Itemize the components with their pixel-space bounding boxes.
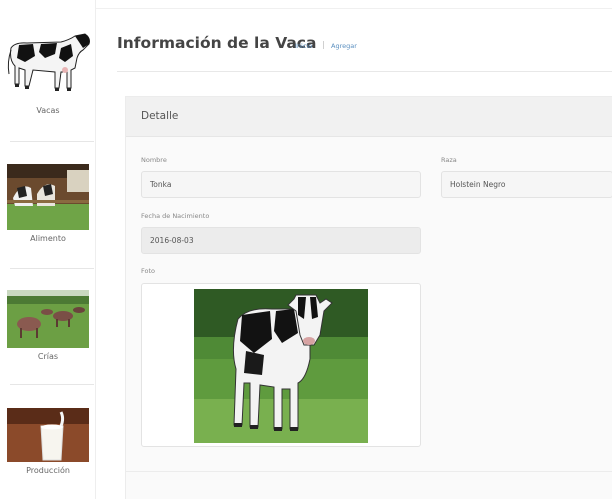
detail-panel: Detalle Nombre Tonka Raza Holstein Negro…: [125, 96, 612, 499]
barn-feeding-icon: [7, 164, 89, 230]
milk-glass-icon: [7, 408, 89, 462]
divider: [10, 268, 94, 269]
raza-field[interactable]: Holstein Negro: [441, 171, 612, 198]
fecha-nacimiento-label: Fecha de Nacimiento: [141, 212, 210, 220]
sidebar-item-label: Vacas: [36, 106, 60, 115]
breadcrumb-separator: |: [322, 40, 325, 49]
panel-footer-divider: [126, 471, 612, 472]
sidebar-item-produccion[interactable]: Producción: [0, 408, 96, 475]
sidebar-item-label: Producción: [26, 466, 70, 475]
fecha-nacimiento-field: 2016-08-03: [141, 227, 421, 254]
sidebar-item-alimento[interactable]: Alimento: [0, 164, 96, 243]
calves-pasture-icon: [7, 290, 89, 348]
divider: [10, 384, 94, 385]
cow-icon: [7, 33, 90, 91]
sidebar-item-crias[interactable]: Crías: [0, 290, 96, 361]
sidebar-item-vacas[interactable]: Vacas: [0, 28, 96, 115]
sidebar-item-label: Crías: [37, 352, 59, 361]
foto-label: Foto: [141, 267, 156, 275]
divider: [10, 141, 94, 142]
breadcrumb-add-link[interactable]: Agregar: [331, 42, 357, 50]
sidebar: Vacas Alimento Crías Producción: [0, 0, 96, 499]
panel-header: Detalle: [126, 97, 612, 137]
page-title: Información de la Vaca: [117, 34, 317, 52]
top-divider: [96, 8, 612, 9]
panel-title: Detalle: [141, 110, 179, 122]
breadcrumb-home-link[interactable]: Inicio: [295, 42, 312, 50]
cow-photo: [194, 289, 368, 443]
nombre-label: Nombre: [141, 156, 167, 164]
photo-frame: [141, 283, 421, 447]
raza-label: Raza: [441, 156, 457, 164]
header-divider: [117, 71, 612, 72]
sidebar-item-label: Alimento: [30, 234, 66, 243]
nombre-field[interactable]: Tonka: [141, 171, 421, 198]
